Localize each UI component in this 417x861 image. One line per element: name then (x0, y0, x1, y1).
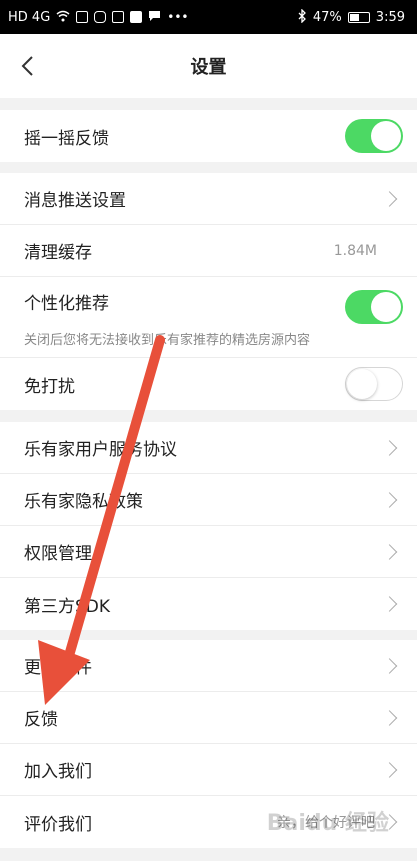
nav-header: 设置 (0, 34, 417, 98)
back-chevron-icon[interactable] (18, 54, 40, 78)
network-indicator: HD 4G (8, 9, 51, 25)
battery-percent: 47% (312, 9, 342, 25)
chevron-right-icon (381, 709, 398, 726)
clock: 3:59 (375, 9, 405, 25)
row-label: 评价我们 (24, 814, 92, 835)
row-label: 更新软件 (24, 658, 92, 678)
row-label: 加入我们 (24, 762, 92, 782)
row-label: 清理缓存 (24, 243, 92, 263)
play-icon (130, 11, 143, 23)
row-label: 消息推送设置 (24, 191, 126, 211)
chevron-right-icon (381, 491, 398, 508)
row-third-party-sdk[interactable]: 第三方SDK (0, 578, 417, 630)
row-label: 个性化推荐 (24, 294, 109, 314)
row-user-agreement[interactable]: 乐有家用户服务协议 (0, 422, 417, 474)
settings-group-2: 消息推送设置 清理缓存 1.84M 个性化推荐 关闭后您将无法接收到乐有家推荐的… (0, 173, 417, 410)
row-join-us[interactable]: 加入我们 (0, 744, 417, 796)
chevron-right-icon (381, 596, 398, 612)
chevron-right-icon (381, 439, 398, 456)
status-left: HD 4G ••• (8, 10, 189, 25)
status-bar: HD 4G ••• 47% 3:59 (0, 0, 417, 34)
personalized-toggle[interactable] (345, 290, 403, 324)
app-icon (112, 11, 125, 23)
shake-feedback-toggle[interactable] (345, 119, 403, 153)
row-personalized: 个性化推荐 关闭后您将无法接收到乐有家推荐的精选房源内容 (0, 277, 417, 358)
row-clear-cache[interactable]: 清理缓存 1.84M (0, 225, 417, 277)
row-no-disturb: 免打扰 (0, 358, 417, 410)
app-notification-icon (76, 11, 89, 23)
toggle-knob (371, 292, 401, 322)
row-update[interactable]: 更新软件 (0, 640, 417, 692)
row-label: 免打扰 (24, 376, 75, 397)
chat-icon (148, 10, 161, 25)
settings-group-3: 乐有家用户服务协议 乐有家隐私政策 权限管理 第三方SDK (0, 422, 417, 630)
row-label: 摇一摇反馈 (24, 128, 109, 149)
row-label: 反馈 (24, 710, 58, 730)
page-title: 设置 (190, 57, 227, 78)
battery-icon (347, 11, 370, 23)
chevron-right-icon (381, 543, 398, 560)
more-icon: ••• (167, 10, 189, 24)
row-description: 关闭后您将无法接收到乐有家推荐的精选房源内容 (24, 333, 311, 348)
row-push-settings[interactable]: 消息推送设置 (0, 173, 417, 225)
toggle-knob (371, 121, 401, 151)
chevron-right-icon (381, 761, 398, 778)
cache-size: 1.84M (333, 242, 377, 259)
row-permissions[interactable]: 权限管理 (0, 526, 417, 578)
row-shake-feedback: 摇一摇反馈 (0, 110, 417, 162)
toggle-knob (347, 369, 377, 399)
row-privacy-policy[interactable]: 乐有家隐私政策 (0, 474, 417, 526)
row-label: 第三方SDK (24, 596, 111, 617)
status-right: 47% 3:59 (298, 7, 405, 26)
settings-group-1: 摇一摇反馈 (0, 110, 417, 162)
wifi-icon (56, 10, 70, 25)
bluetooth-icon (298, 7, 307, 26)
no-disturb-toggle[interactable] (345, 367, 403, 401)
row-label: 权限管理 (24, 544, 92, 564)
chevron-right-icon (381, 657, 398, 674)
row-label: 乐有家用户服务协议 (24, 440, 177, 460)
shield-icon (94, 11, 107, 23)
row-feedback[interactable]: 反馈 (0, 692, 417, 744)
row-label: 乐有家隐私政策 (24, 492, 143, 512)
watermark: Baidu 经验 (266, 811, 389, 836)
chevron-right-icon (381, 190, 398, 207)
